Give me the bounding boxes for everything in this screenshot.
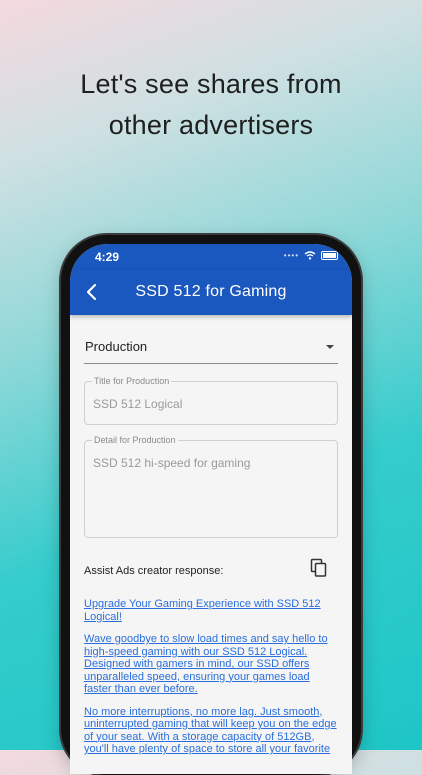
response-paragraph[interactable]: Upgrade Your Gaming Experience with SSD … <box>84 598 338 623</box>
form-content: Production Title for Production SSD 512 … <box>70 331 352 756</box>
status-bar: 4:29 •••• <box>70 244 352 270</box>
promo-headline: Let's see shares from other advertisers <box>0 64 422 146</box>
status-icons: •••• <box>284 251 338 260</box>
app-bar: SSD 512 for Gaming <box>70 270 352 315</box>
response-paragraph[interactable]: Wave goodbye to slow load times and say … <box>84 633 338 696</box>
page-title: SSD 512 for Gaming <box>135 283 287 300</box>
assist-response: Upgrade Your Gaming Experience with SSD … <box>84 598 338 756</box>
title-field-value: SSD 512 Logical <box>93 397 183 411</box>
dropdown-selected-value: Production <box>85 339 148 354</box>
detail-field-value: SSD 512 hi-speed for gaming <box>93 456 251 470</box>
title-field-label: Title for Production <box>92 376 172 386</box>
dropdown-arrow-icon <box>326 345 334 349</box>
production-dropdown[interactable]: Production <box>84 331 338 364</box>
battery-icon <box>321 251 338 260</box>
promo-headline-line2: other advertisers <box>108 110 314 140</box>
phone-frame: 4:29 •••• SSD 512 for Gaming Production <box>61 235 361 775</box>
promo-headline-line1: Let's see shares from <box>80 69 342 99</box>
title-field[interactable]: Title for Production SSD 512 Logical <box>84 376 338 425</box>
assist-label: Assist Ads creator response: <box>84 565 224 577</box>
assist-row: Assist Ads creator response: <box>84 556 338 584</box>
wifi-icon <box>304 251 316 260</box>
detail-field[interactable]: Detail for Production SSD 512 hi-speed f… <box>84 435 338 538</box>
phone-screen: 4:29 •••• SSD 512 for Gaming Production <box>70 244 352 774</box>
signal-dots-icon: •••• <box>283 251 299 260</box>
copy-icon[interactable] <box>310 558 328 578</box>
status-time: 4:29 <box>95 250 120 264</box>
detail-field-label: Detail for Production <box>92 435 178 445</box>
response-paragraph[interactable]: No more interruptions, no more lag. Just… <box>84 706 338 756</box>
